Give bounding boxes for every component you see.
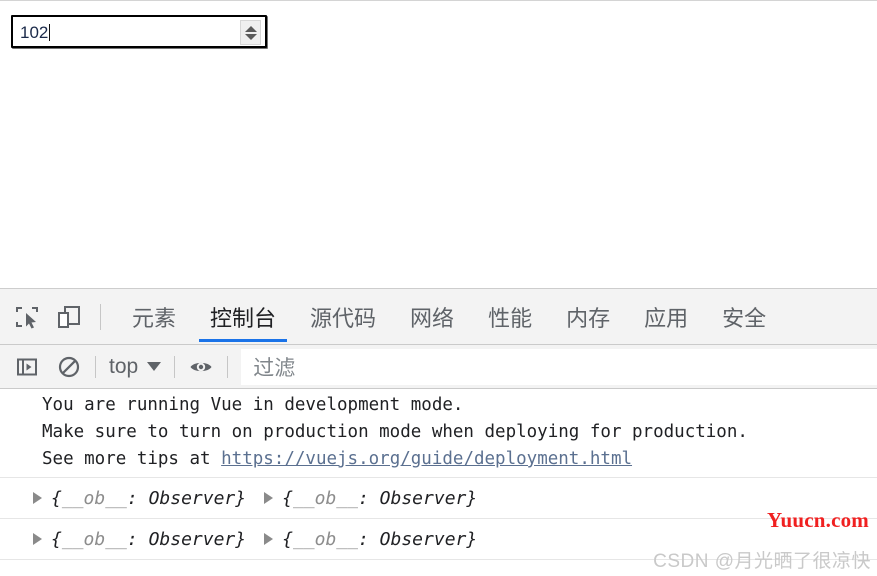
console-message-text: See more tips at: [42, 449, 221, 469]
object-preview-text: {__ob__: Observer}: [51, 488, 246, 509]
execution-context-label: top: [109, 355, 138, 379]
console-message-line: Make sure to turn on production mode whe…: [0, 419, 877, 446]
console-toolbar-divider-3: [227, 356, 228, 378]
eye-icon[interactable]: [186, 352, 216, 382]
number-input[interactable]: 102: [11, 15, 267, 48]
object-preview-text: {__ob__: Observer}: [282, 529, 477, 550]
console-filter-input[interactable]: 过滤: [241, 349, 877, 385]
console-message-vue-dev-warning: You are running Vue in development mode.…: [0, 389, 877, 478]
console-message-observer-row: {__ob__: Observer} {__ob__: Observer}: [0, 478, 877, 519]
console-toolbar: top 过滤: [0, 345, 877, 389]
devtools-tab-list: 元素 控制台 源代码 网络 性能 内存 应用 安全: [115, 289, 783, 345]
object-preview[interactable]: {__ob__: Observer}: [33, 488, 246, 509]
deployment-guide-link[interactable]: https://vuejs.org/guide/deployment.html: [221, 449, 632, 469]
console-toolbar-divider-2: [174, 356, 175, 378]
tab-application[interactable]: 应用: [627, 289, 705, 345]
tab-console[interactable]: 控制台: [193, 289, 293, 345]
number-input-value-row: 102: [20, 22, 50, 43]
object-value: Observer: [149, 488, 236, 509]
expand-triangle-icon[interactable]: [264, 492, 273, 504]
console-sidebar-toggle-icon[interactable]: [12, 352, 42, 382]
object-preview-text: {__ob__: Observer}: [282, 488, 477, 509]
browser-page-viewport: 102: [0, 0, 877, 288]
object-preview[interactable]: {__ob__: Observer}: [264, 488, 477, 509]
yuucn-watermark: Yuucn.com: [767, 508, 869, 533]
expand-triangle-icon[interactable]: [33, 533, 42, 545]
device-toolbar-icon[interactable]: [52, 300, 86, 334]
object-key: __ob__: [62, 488, 127, 509]
execution-context-selector[interactable]: top: [107, 355, 163, 379]
expand-triangle-icon[interactable]: [33, 492, 42, 504]
console-message-line: You are running Vue in development mode.: [0, 392, 877, 419]
tab-memory[interactable]: 内存: [549, 289, 627, 345]
text-caret: [49, 24, 50, 41]
object-brace-open: {: [51, 529, 62, 550]
object-brace-open: {: [51, 488, 62, 509]
toolbar-divider: [100, 304, 101, 330]
chevron-down-icon: [147, 362, 161, 371]
object-brace-close: }: [466, 529, 477, 550]
object-key: __ob__: [293, 529, 358, 550]
object-brace-open: {: [282, 488, 293, 509]
object-preview[interactable]: {__ob__: Observer}: [33, 529, 246, 550]
object-key: __ob__: [62, 529, 127, 550]
spinner-up-arrow-icon[interactable]: [245, 26, 257, 32]
object-value: Observer: [380, 488, 467, 509]
console-toolbar-divider: [95, 356, 96, 378]
object-brace-open: {: [282, 529, 293, 550]
devtools-tabstrip: 元素 控制台 源代码 网络 性能 内存 应用 安全: [0, 289, 877, 345]
devtools-panel: 元素 控制台 源代码 网络 性能 内存 应用 安全 top: [0, 288, 877, 576]
object-separator: :: [127, 488, 149, 509]
object-brace-close: }: [235, 488, 246, 509]
clear-console-icon[interactable]: [54, 352, 84, 382]
number-input-wrapper: 102: [11, 15, 267, 48]
console-message-line: See more tips at https://vuejs.org/guide…: [0, 446, 877, 473]
spinner-down-arrow-icon[interactable]: [245, 34, 257, 40]
object-value: Observer: [149, 529, 236, 550]
object-preview-text: {__ob__: Observer}: [51, 529, 246, 550]
object-brace-close: }: [466, 488, 477, 509]
object-key: __ob__: [293, 488, 358, 509]
expand-triangle-icon[interactable]: [264, 533, 273, 545]
tab-performance[interactable]: 性能: [471, 289, 549, 345]
object-separator: :: [358, 488, 380, 509]
number-input-value: 102: [20, 23, 48, 42]
object-separator: :: [127, 529, 149, 550]
number-spinner[interactable]: [240, 20, 261, 45]
tab-sources[interactable]: 源代码: [293, 289, 393, 345]
object-separator: :: [358, 529, 380, 550]
csdn-watermark: CSDN @月光晒了很凉快: [653, 546, 871, 573]
tab-security[interactable]: 安全: [705, 289, 783, 345]
object-preview[interactable]: {__ob__: Observer}: [264, 529, 477, 550]
tab-elements[interactable]: 元素: [115, 289, 193, 345]
console-filter-placeholder: 过滤: [253, 352, 295, 382]
object-value: Observer: [380, 529, 467, 550]
inspect-element-icon[interactable]: [10, 300, 44, 334]
object-brace-close: }: [235, 529, 246, 550]
tab-network[interactable]: 网络: [393, 289, 471, 345]
